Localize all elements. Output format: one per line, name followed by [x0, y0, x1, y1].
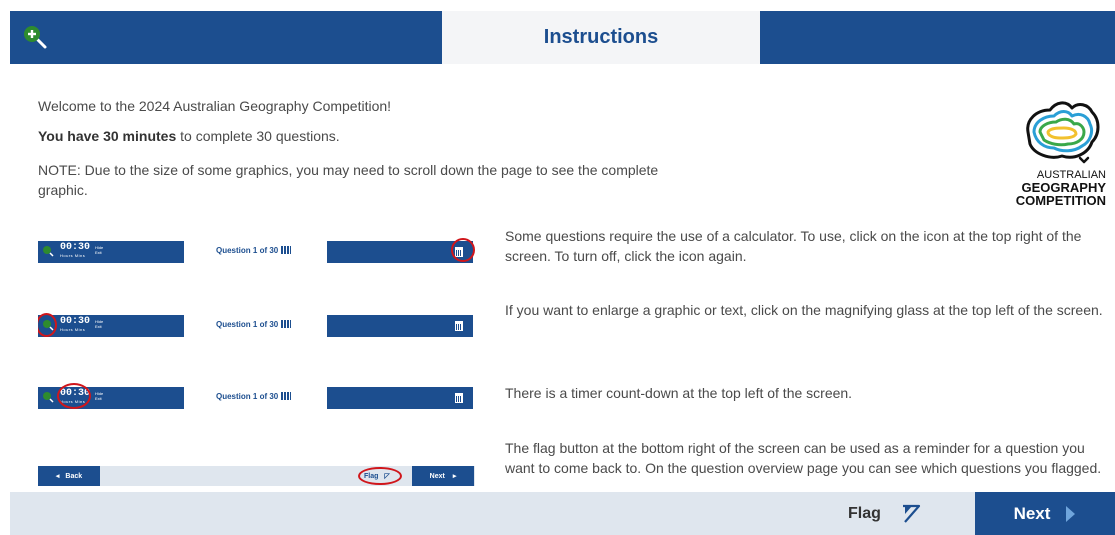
mini-hide-label: Hide Exit [95, 391, 104, 401]
mini-top-left-bar: 00:30 Hours Mins Hide Exit [38, 315, 184, 337]
flag-example: ◂ Back Flag ◸ Next ▸ [38, 466, 475, 486]
chevron-right-icon [1066, 505, 1076, 522]
mini-next-button: Next ▸ [412, 466, 474, 486]
instruction-timer: There is a timer count-down at the top l… [505, 385, 853, 401]
flag-label: Flag [848, 504, 881, 522]
top-bar: Instructions [10, 11, 1115, 64]
timer-example: 00:30 Hours Mins Hide Exit Question 1 of 3… [38, 383, 488, 409]
agc-logo: AUSTRALIAN GEOGRAPHY COMPETITION [980, 98, 1106, 213]
mini-zoom-icon [43, 392, 54, 403]
note-text: NOTE: Due to the size of some graphics, … [38, 162, 659, 198]
instruction-flag: The flag button at the bottom right of t… [505, 440, 1102, 476]
bottom-bar: Flag Next [10, 492, 1115, 535]
page-title-tab: Instructions [442, 11, 760, 64]
flag-button[interactable]: Flag [848, 492, 921, 535]
next-label: Next [1013, 503, 1051, 523]
zoom-button[interactable] [10, 11, 62, 64]
australia-map-logo-icon [1026, 101, 1100, 164]
next-button[interactable]: Next [975, 492, 1115, 535]
mini-timer: 00:30 Hours Mins [60, 316, 91, 333]
instructions-page: Instructions Welcome to the 2024 Austral… [0, 0, 1115, 535]
mini-timer: 00:30 Hours Mins [60, 242, 91, 259]
page-title: Instructions [543, 26, 659, 48]
mini-calculator-icon [455, 321, 463, 331]
mini-zoom-icon [43, 246, 54, 257]
mini-hide-label: Hide Exit [95, 245, 104, 255]
flag-icon [902, 504, 920, 523]
logo-line-3: COMPETITION [1015, 193, 1106, 208]
highlight-ring [451, 238, 475, 262]
magnifier-example: 00:30 Hours Mins Hide Exit Question 1 of 3… [38, 313, 488, 337]
instructions-content: Welcome to the 2024 Australian Geography… [38, 92, 1108, 492]
instruction-calculator: Some questions require the use of a calc… [505, 228, 1082, 264]
mini-grid-icon [281, 246, 292, 254]
instruction-magnifier: If you want to enlarge a graphic or text… [505, 302, 1103, 318]
mini-hide-label: Hide Exit [95, 319, 104, 329]
magnifier-plus-icon [24, 25, 47, 48]
mini-calculator-icon [455, 393, 463, 403]
mini-question-counter: Question 1 of 30 [216, 246, 292, 255]
mini-question-counter: Question 1 of 30 [216, 392, 292, 401]
highlight-ring [57, 383, 91, 409]
time-bold: You have 30 minutes [38, 128, 177, 144]
time-rest: to complete 30 questions. [176, 128, 340, 144]
highlight-ring [358, 467, 402, 485]
mini-grid-icon [281, 320, 292, 328]
time-text: You have 30 minutes to complete 30 quest… [38, 126, 678, 146]
mini-top-left-bar: 00:30 Hours Mins Hide Exit [38, 241, 184, 263]
calculator-example: 00:30 Hours Mins Hide Exit Question 1 of 3… [38, 238, 488, 263]
mini-top-right-bar [327, 315, 473, 337]
mini-back-button: ◂ Back [38, 466, 100, 486]
welcome-text: Welcome to the 2024 Australian Geography… [38, 98, 392, 114]
mini-grid-icon [281, 392, 292, 400]
mini-top-right-bar [327, 387, 473, 409]
mini-question-counter: Question 1 of 30 [216, 320, 292, 329]
